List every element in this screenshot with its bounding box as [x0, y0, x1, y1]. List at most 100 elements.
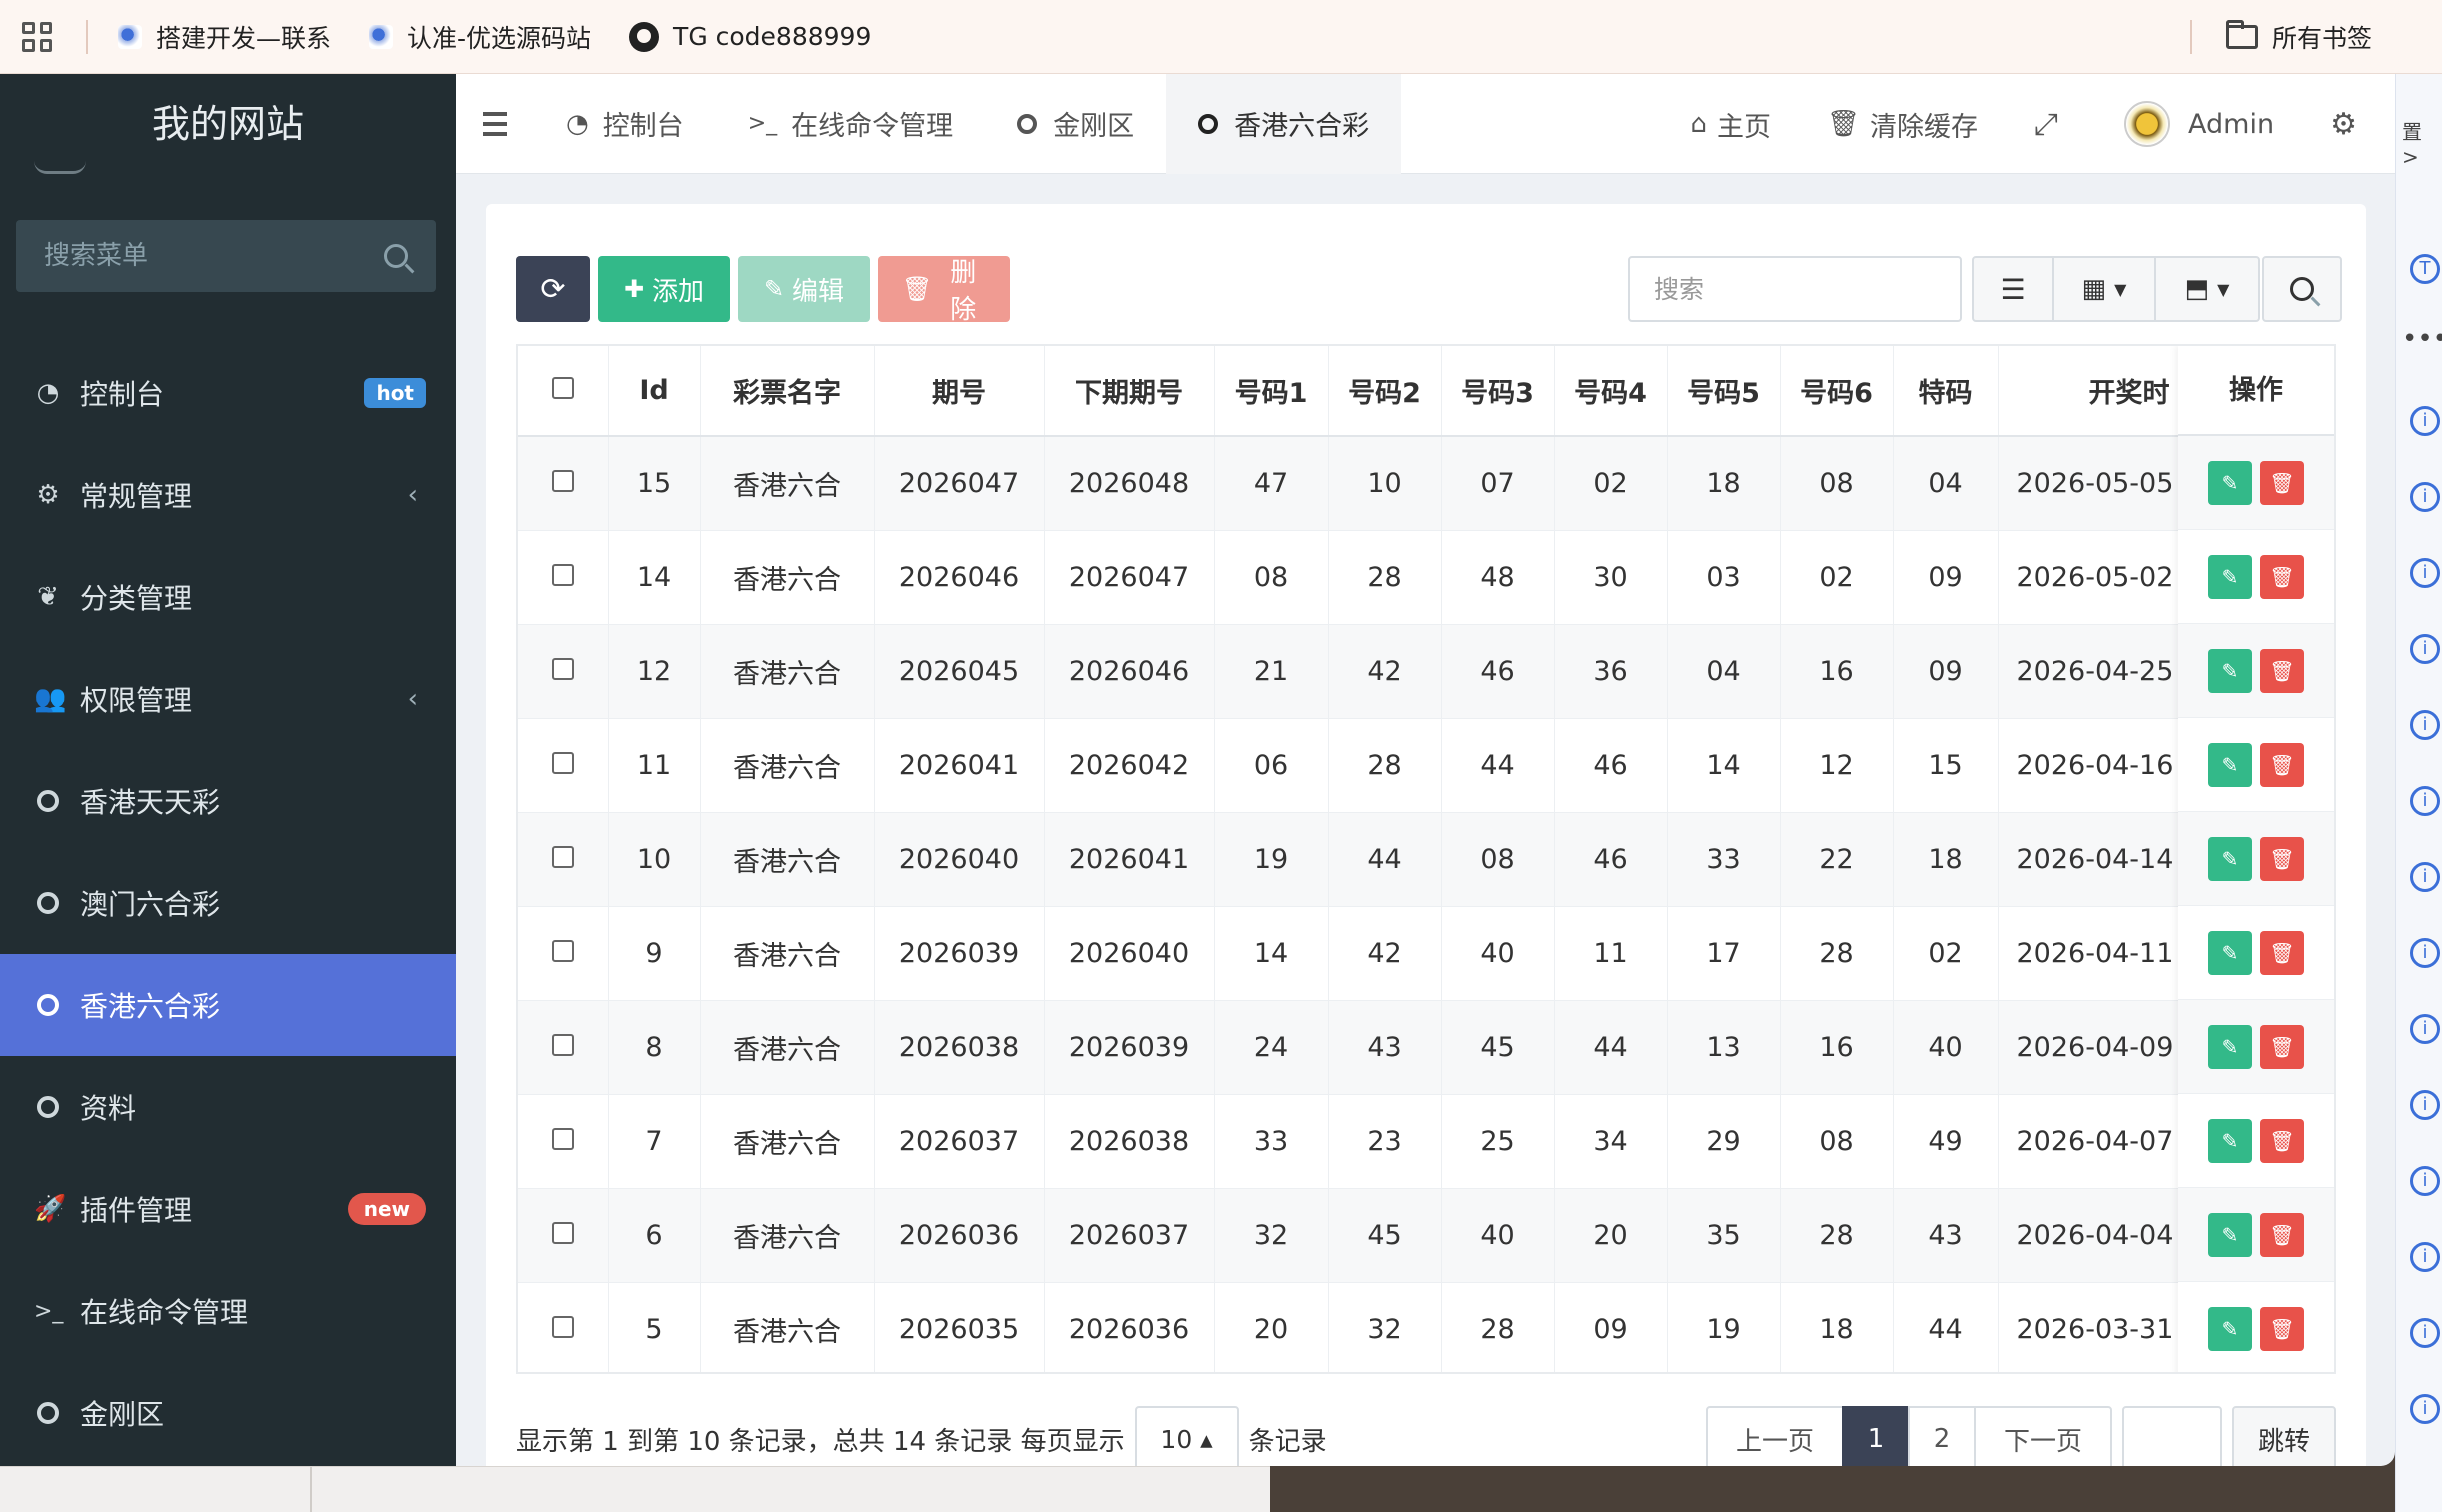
jump-button[interactable]: 跳转 [2232, 1406, 2336, 1466]
sidebar-item[interactable]: ❦ 分类管理 [0, 546, 456, 648]
row-checkbox[interactable] [551, 751, 574, 774]
row-delete-button[interactable]: 🗑 [2260, 836, 2304, 881]
sidebar-item[interactable]: 澳门六合彩 [0, 852, 456, 954]
row-edit-button[interactable]: ✎ [2208, 1024, 2252, 1069]
fullscreen-button[interactable]: ⤢ [2006, 107, 2096, 142]
hamburger-menu-icon[interactable] [456, 111, 534, 136]
row-delete-button[interactable]: 🗑 [2260, 1024, 2304, 1069]
delete-button[interactable]: 🗑 删除 [878, 256, 1010, 325]
add-button[interactable]: ✚ 添加 [598, 256, 730, 322]
column-header[interactable]: 号码3 [1441, 346, 1555, 437]
all-bookmarks[interactable]: 所有书签 [2189, 19, 2372, 55]
row-edit-button[interactable]: ✎ [2208, 930, 2252, 975]
table-row[interactable]: 15 香港六合 2026047 2026048 47 10 07 02 18 08 04 2026-0… [518, 436, 2334, 531]
site-title[interactable]: 我的网站 [0, 74, 456, 174]
row-checkbox[interactable] [551, 1315, 574, 1338]
prev-page-button[interactable]: 上一页 [1706, 1406, 1844, 1466]
column-header[interactable]: 号码4 [1554, 346, 1668, 437]
row-delete-button[interactable]: 🗑 [2260, 742, 2304, 787]
row-delete-button[interactable]: 🗑 [2260, 1306, 2304, 1351]
sidebar-item[interactable]: ⚙ 常规管理 ‹ [0, 444, 456, 546]
table-row[interactable]: 8 香港六合 2026038 2026039 24 43 45 44 13 16 40 2026-04… [518, 1000, 2334, 1095]
column-header[interactable]: 号码5 [1667, 346, 1781, 437]
page-button[interactable]: 2 [1908, 1406, 1976, 1466]
menu-search-input[interactable] [44, 241, 384, 271]
column-header[interactable]: 特码 [1893, 346, 1999, 437]
jump-page-input[interactable] [2122, 1406, 2222, 1466]
table-row[interactable]: 14 香港六合 2026046 2026047 08 28 48 30 03 02 09 2026-0… [518, 530, 2334, 625]
row-edit-button[interactable]: ✎ [2208, 460, 2252, 505]
apps-grid-icon[interactable] [22, 21, 52, 52]
user-menu[interactable]: Admin [2096, 101, 2302, 147]
row-edit-button[interactable]: ✎ [2208, 554, 2252, 599]
row-edit-button[interactable]: ✎ [2208, 742, 2252, 787]
export-dropdown[interactable]: ⬒ ▼ [2156, 258, 2258, 320]
row-actions: ✎ 🗑 [2178, 718, 2334, 812]
row-checkbox[interactable] [551, 1033, 574, 1056]
row-delete-button[interactable]: 🗑 [2260, 648, 2304, 693]
row-checkbox[interactable] [551, 939, 574, 962]
sidebar-item[interactable]: 香港天天彩 [0, 750, 456, 852]
row-edit-button[interactable]: ✎ [2208, 1212, 2252, 1257]
row-edit-button[interactable]: ✎ [2208, 836, 2252, 881]
nav-tab[interactable]: >_ 在线命令管理 [716, 74, 985, 174]
bookmark-item[interactable]: 搭建开发—联系 [118, 19, 331, 55]
table-row[interactable]: 11 香港六合 2026041 2026042 06 28 44 46 14 12 15 2026-0… [518, 718, 2334, 813]
table-row[interactable]: 10 香港六合 2026040 2026041 19 44 08 46 33 22 18 2026-0… [518, 812, 2334, 907]
column-header[interactable]: 号码6 [1780, 346, 1894, 437]
columns-dropdown[interactable]: ▦ ▼ [2054, 258, 2156, 320]
pagination-info-text: 显示第 1 到第 10 条记录，总共 14 条记录 每页显示 [516, 1426, 1125, 1457]
edit-button[interactable]: ✎ 编辑 [738, 256, 870, 322]
table-row[interactable]: 6 香港六合 2026036 2026037 32 45 40 20 35 28 43 2026-04… [518, 1188, 2334, 1283]
table-row[interactable]: 5 香港六合 2026035 2026036 20 32 28 09 19 18 44 2026-03… [518, 1282, 2334, 1372]
settings-button[interactable]: ⚙ [2302, 107, 2395, 142]
table-search-input[interactable] [1628, 256, 1962, 322]
sidebar-item[interactable]: 资料 [0, 1056, 456, 1158]
sidebar-item[interactable]: ◔ 控制台 hot [0, 342, 456, 444]
bookmark-label: 认准-优选源码站 [407, 23, 592, 53]
sidebar-item[interactable]: 香港六合彩 [0, 954, 456, 1056]
sidebar-item[interactable]: 🚀 插件管理 new [0, 1158, 456, 1260]
sidebar-item[interactable]: 金刚区 [0, 1362, 456, 1464]
row-checkbox[interactable] [551, 845, 574, 868]
sidebar-item[interactable]: 👥 权限管理 ‹ [0, 648, 456, 750]
column-header[interactable]: 下期期号 [1044, 346, 1215, 437]
row-checkbox[interactable] [551, 469, 574, 492]
row-edit-button[interactable]: ✎ [2208, 1118, 2252, 1163]
row-delete-button[interactable]: 🗑 [2260, 930, 2304, 975]
page-size-select[interactable]: 10 ▴ [1134, 1406, 1239, 1466]
next-page-button[interactable]: 下一页 [1974, 1406, 2112, 1466]
column-header[interactable]: 号码1 [1214, 346, 1329, 437]
page-button[interactable]: 1 [1842, 1406, 1910, 1466]
select-all-checkbox[interactable] [551, 377, 574, 399]
nav-tab[interactable]: 香港六合彩 [1166, 74, 1402, 174]
row-checkbox[interactable] [551, 657, 574, 680]
row-delete-button[interactable]: 🗑 [2260, 460, 2304, 505]
row-edit-button[interactable]: ✎ [2208, 1306, 2252, 1351]
row-checkbox[interactable] [551, 1127, 574, 1150]
refresh-button[interactable]: ⟳ [516, 256, 590, 322]
row-checkbox[interactable] [551, 563, 574, 586]
nav-tab[interactable]: 金刚区 [985, 74, 1166, 174]
row-delete-button[interactable]: 🗑 [2260, 1118, 2304, 1163]
column-header[interactable]: Id [608, 346, 701, 437]
row-edit-button[interactable]: ✎ [2208, 648, 2252, 693]
search-icon[interactable] [384, 244, 408, 268]
bookmark-item[interactable]: TG code888999 [629, 21, 871, 52]
nav-tab[interactable]: ◔ 控制台 [534, 74, 716, 174]
column-header[interactable]: 期号 [874, 346, 1045, 437]
row-checkbox[interactable] [551, 1221, 574, 1244]
toggle-view-button[interactable]: ☰ [1974, 258, 2054, 320]
column-header[interactable]: 彩票名字 [700, 346, 875, 437]
table-row[interactable]: 9 香港六合 2026039 2026040 14 42 40 11 17 28 02 2026-04… [518, 906, 2334, 1001]
table-row[interactable]: 7 香港六合 2026037 2026038 33 23 25 34 29 08 49 2026-04… [518, 1094, 2334, 1189]
column-header[interactable]: 号码2 [1328, 346, 1442, 437]
table-row[interactable]: 12 香港六合 2026045 2026046 21 42 46 36 04 16 09 2026-0… [518, 624, 2334, 719]
row-delete-button[interactable]: 🗑 [2260, 554, 2304, 599]
row-delete-button[interactable]: 🗑 [2260, 1212, 2304, 1257]
advanced-search-button[interactable] [2262, 256, 2342, 322]
clear-cache-button[interactable]: 🗑 清除缓存 [1799, 105, 2006, 144]
sidebar-item[interactable]: >_ 在线命令管理 [0, 1260, 456, 1362]
bookmark-item[interactable]: 认准-优选源码站 [369, 19, 591, 55]
home-button[interactable]: ⌂ 主页 [1663, 105, 1800, 144]
